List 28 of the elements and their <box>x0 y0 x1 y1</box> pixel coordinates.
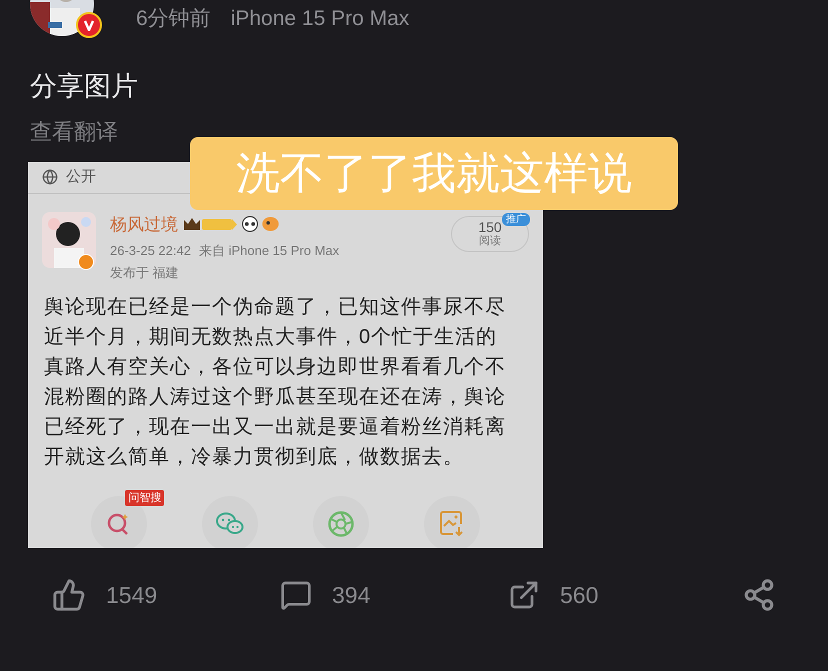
post-location: 发布于 福建 <box>110 264 180 282</box>
read-label: 阅读 <box>479 236 501 247</box>
read-count: 150 <box>478 220 502 234</box>
author-name: 杨风过境 <box>110 214 178 236</box>
post-body: 舆论现在已经是一个伪命题了，已知这件事尿不尽近半个月，期间无数热点大事件，0个忙于生活的真路人有空关心，各位可以身边即世界看看几个不混粉圈的路人涛过这个野瓜甚至现在还在涛，舆论已经死了，现在一出又一出就是要逼着粉丝消耗离开就这么简单，冷暴力贯彻到底，做数据去。 <box>44 295 507 470</box>
translate-link[interactable]: 查看翻译 <box>30 118 118 144</box>
post-time: 26-3-25 22:42 <box>110 242 191 260</box>
share-icon <box>742 578 776 612</box>
chat-bubbles-icon <box>215 510 246 536</box>
globe-icon <box>42 169 58 185</box>
device-name: iPhone 15 Pro Max <box>230 6 410 32</box>
comment-button[interactable]: 394 <box>280 578 508 612</box>
comment-icon <box>280 578 312 611</box>
share-button[interactable] <box>742 578 776 612</box>
forward-icon <box>508 578 540 611</box>
image-download-icon <box>438 510 465 538</box>
post-source: 来自 iPhone 15 Pro Max <box>198 242 340 260</box>
feature-badge: 问智搜 <box>125 490 164 506</box>
promo-tag: 推广 <box>502 212 530 226</box>
like-button[interactable]: 1549 <box>52 578 280 612</box>
thumbs-up-icon <box>52 578 86 612</box>
crown-badge-icon <box>182 216 238 232</box>
aperture-icon <box>326 510 355 538</box>
post-text: 分享图片 <box>29 70 139 103</box>
caption-overlay: 洗不了了我就这样说 <box>190 137 678 210</box>
forward-button[interactable]: 560 <box>508 578 736 612</box>
visibility-label: 公开 <box>66 166 96 187</box>
post-time: 6分钟前 <box>136 6 211 32</box>
